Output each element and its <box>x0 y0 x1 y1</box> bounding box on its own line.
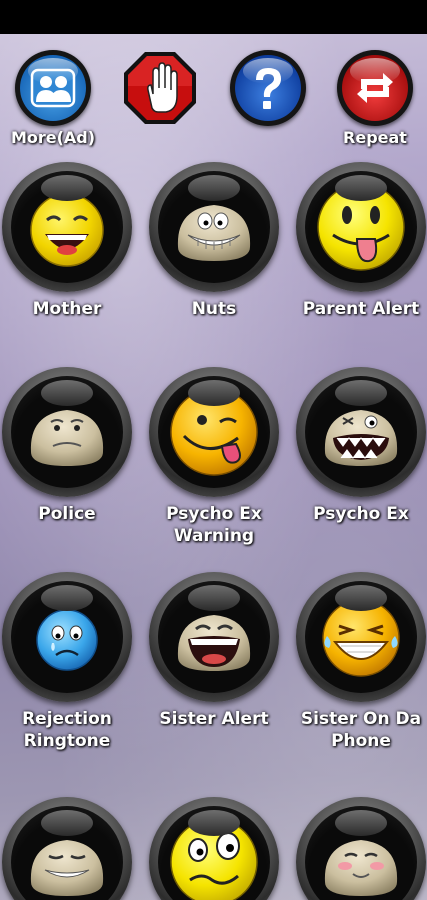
sound-button-nuts[interactable]: Nuts <box>147 162 281 320</box>
sound-label: Sister Alert <box>159 709 269 729</box>
worried-stone-face-icon <box>25 400 109 474</box>
sound-label: Psycho Ex Warning <box>166 504 262 546</box>
more-apps-button[interactable]: More(Ad) <box>5 50 101 147</box>
repeat-button[interactable]: Repeat <box>327 50 423 147</box>
sound-label: Police <box>38 504 96 524</box>
sound-button-rejection-ringtone[interactable]: Rejection Ringtone <box>0 572 134 752</box>
crying-blue-smiley-icon <box>34 607 100 677</box>
stop-button[interactable] <box>112 50 208 146</box>
help-label <box>220 128 316 146</box>
sound-button[interactable] <box>0 797 134 900</box>
sound-label: Psycho Ex <box>313 504 409 524</box>
status-bar <box>0 0 427 34</box>
people-icon <box>15 50 91 126</box>
repeat-icon <box>337 50 413 126</box>
laughing-stone-face-icon <box>172 605 256 679</box>
soundboard-screen[interactable]: More(Ad) Repeat Mother Nuts Parent Alert… <box>0 34 427 900</box>
sound-button-mother[interactable]: Mother <box>0 162 134 320</box>
sound-button[interactable] <box>147 797 281 900</box>
stop-label <box>112 128 208 146</box>
sound-button[interactable] <box>294 797 427 900</box>
sound-button-sister-alert[interactable]: Sister Alert <box>147 572 281 730</box>
sound-label: Parent Alert <box>302 299 420 319</box>
confused-yellow-smiley-icon <box>168 818 260 900</box>
sound-button-psycho-ex[interactable]: Psycho Ex <box>294 367 427 525</box>
sound-button-psycho-ex-warning[interactable]: Psycho Ex Warning <box>147 367 281 547</box>
laughing-yellow-smiley-icon <box>27 190 107 274</box>
laughing-tears-smiley-icon <box>319 599 403 684</box>
grinning-stone-face-icon <box>172 195 256 269</box>
sound-button-parent-alert[interactable]: Parent Alert <box>294 162 427 320</box>
tongue-out-yellow-smiley-icon <box>315 183 407 277</box>
help-button[interactable] <box>220 50 316 146</box>
repeat-label: Repeat <box>343 128 407 147</box>
sound-label: Nuts <box>191 299 237 319</box>
winking-tongue-smiley-icon <box>168 388 260 482</box>
sound-label: Mother <box>32 299 102 319</box>
blushing-stone-face-icon <box>319 830 403 900</box>
crazy-stone-face-icon <box>319 400 403 474</box>
sound-label: Rejection Ringtone <box>22 709 112 751</box>
sleepy-stone-face-icon <box>25 830 109 900</box>
more-apps-label: More(Ad) <box>10 128 96 147</box>
sound-button-sister-on-da-phone[interactable]: Sister On Da Phone <box>294 572 427 752</box>
question-mark-icon <box>230 50 306 126</box>
sound-label: Sister On Da Phone <box>300 709 422 751</box>
stop-hand-icon <box>122 50 198 126</box>
sound-button-police[interactable]: Police <box>0 367 134 525</box>
